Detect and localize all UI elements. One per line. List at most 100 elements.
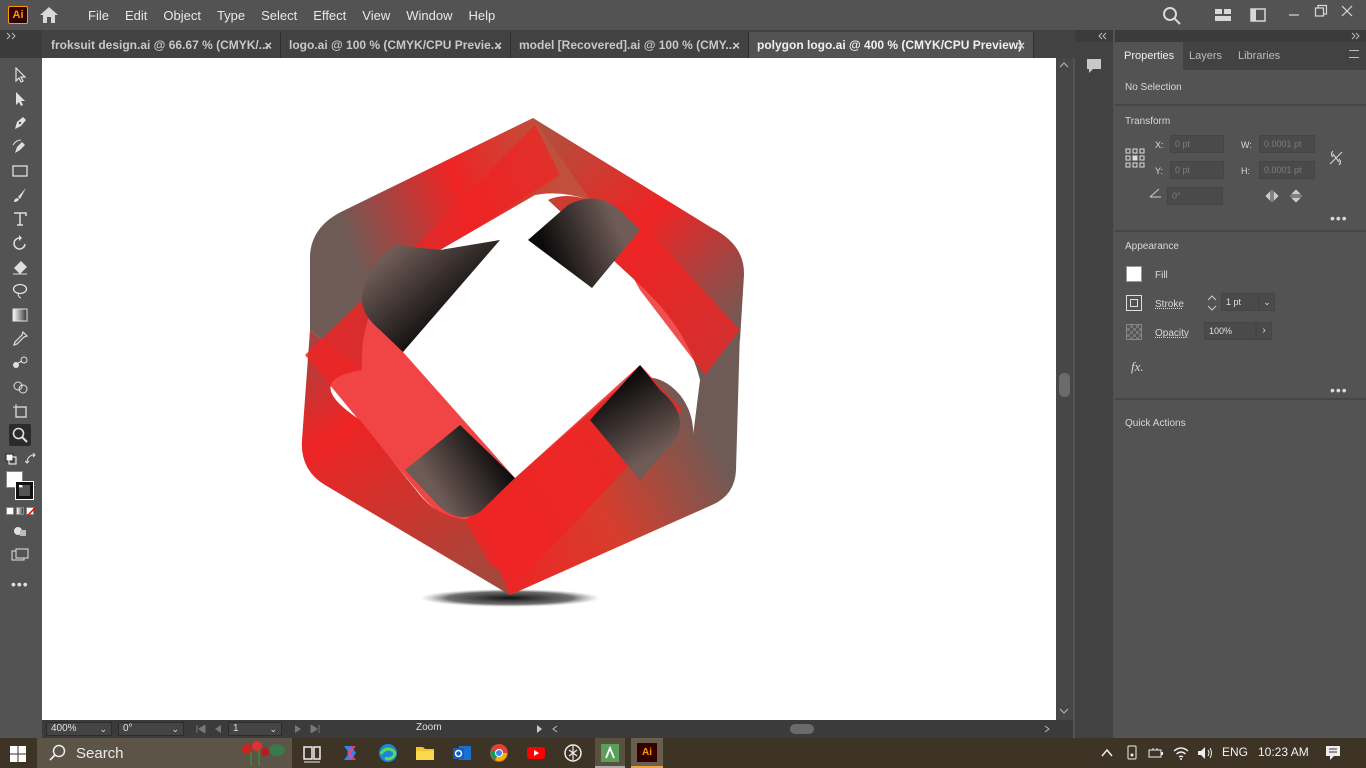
stroke-label[interactable]: Stroke: [1155, 299, 1184, 310]
transform-more-options[interactable]: •••: [1330, 210, 1348, 226]
tab-logo[interactable]: logo.ai @ 100 % (CMYK/CPU Previe... ×: [281, 32, 511, 58]
opacity-label[interactable]: Opacity: [1155, 328, 1189, 339]
battery-plug-icon[interactable]: [1147, 745, 1165, 761]
color-mode-buttons[interactable]: [6, 507, 36, 517]
scroll-left-arrow-icon[interactable]: [552, 725, 558, 733]
stroke-stepper-icon[interactable]: [1207, 294, 1217, 312]
chatgpt-icon[interactable]: [562, 742, 584, 764]
task-view-icon[interactable]: [301, 742, 323, 764]
home-icon[interactable]: [38, 5, 60, 25]
paintbrush-tool[interactable]: [9, 184, 31, 206]
rotation-field[interactable]: 0° ⌄: [118, 722, 184, 736]
illustrator-app[interactable]: Ai: [631, 738, 663, 768]
volume-icon[interactable]: [1196, 745, 1214, 761]
file-explorer-icon[interactable]: [414, 742, 436, 764]
polygon-logo-artwork[interactable]: [42, 58, 1056, 720]
constrain-proportions-icon[interactable]: [1329, 150, 1343, 166]
opacity-input[interactable]: 100%: [1204, 322, 1256, 340]
edge-browser-icon[interactable]: [377, 742, 399, 764]
flip-vertical-icon[interactable]: [1290, 189, 1302, 203]
show-hidden-icons-icon[interactable]: [1100, 747, 1114, 759]
outlook-icon[interactable]: [451, 742, 473, 764]
status-menu-arrow-icon[interactable]: [536, 725, 543, 733]
draw-mode-icon[interactable]: [13, 525, 27, 537]
scroll-right-arrow-icon[interactable]: [1044, 725, 1050, 733]
menu-effect[interactable]: Effect: [305, 8, 354, 23]
flip-horizontal-icon[interactable]: [1265, 190, 1279, 202]
scroll-up-arrow-icon[interactable]: [1059, 62, 1069, 68]
zoom-level-field[interactable]: 400% ⌄: [46, 722, 112, 736]
clock-time[interactable]: 10:23 AM: [1258, 745, 1309, 759]
shape-builder-tool[interactable]: [9, 376, 31, 398]
eraser-tool[interactable]: [9, 256, 31, 278]
menu-edit[interactable]: Edit: [117, 8, 155, 23]
notifications-icon[interactable]: [1325, 745, 1341, 761]
appearance-more-options[interactable]: •••: [1330, 382, 1348, 398]
tab-properties[interactable]: Properties: [1115, 42, 1184, 70]
stroke-weight-input[interactable]: 1 pt: [1221, 293, 1259, 311]
next-artboard-icon[interactable]: [294, 725, 302, 733]
chrome-browser-icon[interactable]: [488, 742, 510, 764]
menu-window[interactable]: Window: [398, 8, 460, 23]
blend-tool[interactable]: [9, 352, 31, 374]
chevron-right-icon[interactable]: ›: [1256, 322, 1272, 340]
color-button[interactable]: [6, 507, 14, 515]
previous-artboard-icon[interactable]: [214, 725, 222, 733]
vertical-scroll-thumb[interactable]: [1059, 373, 1070, 397]
rotate-tool[interactable]: [9, 232, 31, 254]
zoom-tool[interactable]: [9, 424, 31, 446]
horizontal-scroll-thumb[interactable]: [790, 724, 814, 734]
vertical-scrollbar[interactable]: [1056, 58, 1073, 720]
menu-type[interactable]: Type: [209, 8, 253, 23]
direct-selection-tool[interactable]: [9, 88, 31, 110]
scroll-down-arrow-icon[interactable]: [1059, 708, 1069, 714]
default-colors-icon[interactable]: [5, 453, 17, 465]
curvature-tool[interactable]: [9, 136, 31, 158]
stroke-swatch[interactable]: [1126, 295, 1142, 311]
close-icon[interactable]: [1340, 4, 1354, 18]
tab-model-recovered[interactable]: model [Recovered].ai @ 100 % (CMY... ×: [511, 32, 749, 58]
panel-menu-icon[interactable]: [1349, 50, 1359, 58]
w-input[interactable]: 0.0001 pt: [1259, 135, 1315, 153]
tab-close-icon[interactable]: ×: [494, 38, 502, 53]
menu-view[interactable]: View: [354, 8, 398, 23]
device-icon[interactable]: [1124, 745, 1140, 761]
workspace-switcher-icon[interactable]: [1214, 8, 1232, 22]
artboard-number-field[interactable]: 1 ⌄: [228, 722, 282, 736]
tab-froksuit-design[interactable]: froksuit design.ai @ 66.67 % (CMYK/... ×: [43, 32, 281, 58]
artboard-canvas[interactable]: [42, 58, 1056, 720]
menu-file[interactable]: File: [80, 8, 117, 23]
lasso-tool[interactable]: [9, 280, 31, 302]
reference-point-icon[interactable]: [1125, 148, 1145, 168]
rectangle-tool[interactable]: [9, 160, 31, 182]
windows-start-icon[interactable]: [10, 746, 26, 762]
tab-polygon-logo[interactable]: polygon logo.ai @ 400 % (CMYK/CPU Previe…: [749, 32, 1034, 58]
toolbar-collapse-strip[interactable]: [0, 30, 42, 58]
opacity-swatch[interactable]: [1126, 324, 1142, 340]
tab-libraries[interactable]: Libraries: [1229, 42, 1289, 70]
pen-tool[interactable]: [9, 112, 31, 134]
menu-select[interactable]: Select: [253, 8, 305, 23]
arrange-documents-icon[interactable]: [1250, 8, 1266, 22]
x-input[interactable]: 0 pt: [1170, 135, 1224, 153]
artboard-tool[interactable]: [9, 400, 31, 422]
more-tools-icon[interactable]: •••: [11, 576, 29, 592]
stroke-color-swatch[interactable]: [15, 481, 34, 500]
eyedropper-tool[interactable]: [9, 328, 31, 350]
screen-mode-icon[interactable]: [11, 548, 29, 562]
chevron-down-icon[interactable]: ⌄: [1259, 293, 1275, 311]
comments-icon[interactable]: [1085, 57, 1103, 75]
language-indicator[interactable]: ENG: [1222, 745, 1248, 759]
y-input[interactable]: 0 pt: [1170, 161, 1224, 179]
restore-icon[interactable]: [1314, 4, 1328, 18]
search-icon[interactable]: [1162, 6, 1182, 26]
copilot-icon[interactable]: [339, 742, 361, 764]
chevron-down-icon[interactable]: ⌄: [171, 723, 179, 735]
chevron-down-icon[interactable]: ⌄: [99, 723, 107, 735]
double-chevron-icon[interactable]: [1351, 32, 1361, 40]
tab-close-icon[interactable]: ×: [264, 38, 272, 53]
tab-close-icon[interactable]: ×: [732, 38, 740, 53]
taskbar-search-box[interactable]: Search: [37, 738, 292, 768]
gradient-button[interactable]: [16, 507, 24, 515]
youtube-icon[interactable]: [525, 742, 547, 764]
